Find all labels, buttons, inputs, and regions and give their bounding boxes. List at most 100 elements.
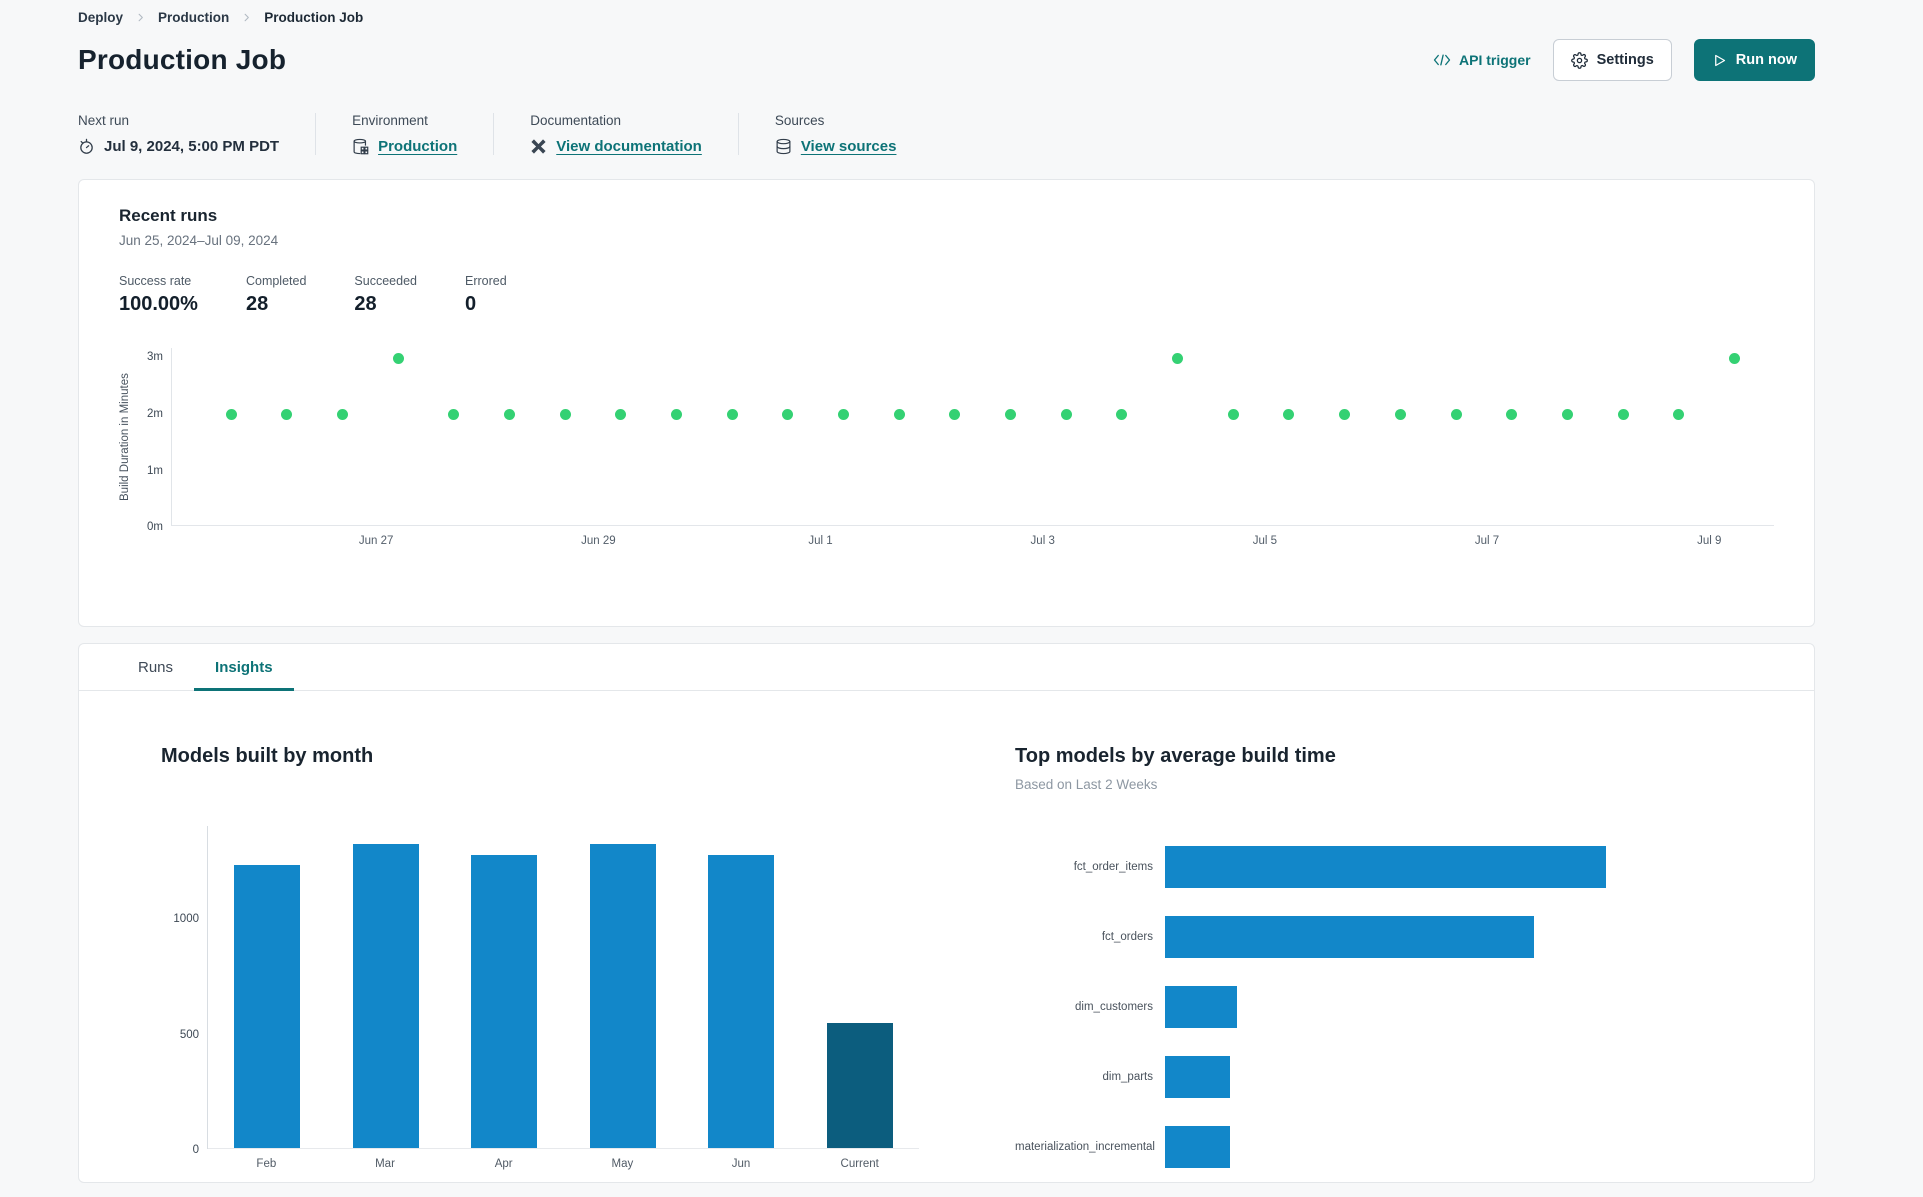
month-bar[interactable] [352,844,419,1149]
mbar-plot [207,826,919,1149]
month-bar[interactable] [471,854,538,1149]
model-label: dim_customers [1075,1001,1153,1013]
run-dot[interactable] [893,408,905,420]
run-dot[interactable] [671,408,683,420]
run-now-button[interactable]: Run now [1693,39,1815,81]
breadcrumb-deploy[interactable]: Deploy [78,10,123,25]
view-documentation-link[interactable]: View documentation [556,138,702,155]
month-bar[interactable] [708,854,775,1149]
environment-label: Environment [352,113,428,128]
model-bar[interactable] [1165,1126,1231,1168]
hbar-rows: fct_order_items fct_orders dim_customers di… [1015,832,1635,1182]
model-bar[interactable] [1165,846,1607,888]
month-label: Jun [731,1158,751,1170]
run-dot[interactable] [559,408,571,420]
month-bar-slot [327,826,446,1149]
run-dot[interactable] [225,408,237,420]
scatter-xtick-label: Jul 1 [808,535,833,547]
recent-runs-title: Recent runs [119,206,218,225]
run-dot[interactable] [1506,408,1518,420]
environment-link[interactable]: Production [378,138,457,155]
model-bar-track [1165,832,1635,902]
insights-charts: Models built by month 0 500 1000 Feb Mar Apr… [79,691,1814,1183]
run-dot[interactable] [504,408,516,420]
model-bar[interactable] [1165,986,1237,1028]
month-bar[interactable] [234,865,301,1149]
hbar-x-axis: 0m10s20s30s40s [1177,1182,1635,1183]
month-bar-slot [564,826,683,1149]
model-bar-track [1165,972,1635,1042]
stat-label: Success rate [119,274,192,288]
scatter-xtick-label: Jul 3 [1030,535,1055,547]
stat-value: 0 [464,293,477,315]
month-label: Mar [375,1158,395,1170]
model-bar-track [1165,1042,1635,1112]
model-label: fct_order_items [1073,861,1153,873]
insights-card: Runs Insights Models built by month 0 500… [78,643,1815,1183]
meta-documentation: Documentation View documentation [530,113,739,155]
run-dot[interactable] [1561,408,1573,420]
model-bar[interactable] [1165,1056,1231,1098]
stat-value: 100.00% [119,293,198,315]
chevron-right-icon [135,12,146,23]
run-dot[interactable] [337,408,349,420]
stat-value: 28 [245,293,269,315]
mbar-x-axis: Feb Mar Apr May Jun Current [207,1158,919,1170]
scatter-y-axis: 0m 1m 2m 3m [135,348,171,533]
run-dot[interactable] [1394,408,1406,420]
model-row: fct_orders [1015,902,1635,972]
view-sources-link[interactable]: View sources [801,138,897,155]
month-label: Feb [256,1158,277,1170]
run-dot[interactable] [1728,352,1740,364]
run-dot[interactable] [1172,352,1184,364]
month-label: Apr [494,1158,513,1170]
run-dot[interactable] [949,408,961,420]
run-dot[interactable] [726,408,738,420]
run-dot[interactable] [1060,408,1072,420]
tab-insights[interactable]: Insights [194,644,294,691]
run-dot[interactable] [1339,408,1351,420]
models-by-month-chart: Models built by month 0 500 1000 Feb Mar Apr… [161,745,919,1182]
run-dot[interactable] [1116,408,1128,420]
meta-sources: Sources View sources [775,113,933,155]
model-bar[interactable] [1165,916,1535,958]
run-dot[interactable] [448,408,460,420]
play-icon [1712,53,1727,68]
model-row: fct_order_items [1015,832,1635,902]
scatter-ytick-label: 1m [147,464,163,477]
tab-runs[interactable]: Runs [117,644,194,690]
build-duration-chart: Build Duration in Minutes 0m 1m 2m 3m [119,348,1774,533]
model-label: materialization_incremental [1015,1141,1155,1153]
run-dot[interactable] [838,408,850,420]
month-bar-slot [445,826,564,1149]
next-run-label: Next run [78,113,130,128]
docs-icon [530,138,547,155]
run-dot[interactable] [1450,408,1462,420]
recent-runs-date-range: Jun 25, 2024–Jul 09, 2024 [119,233,279,248]
settings-button[interactable]: Settings [1552,39,1672,81]
run-dot[interactable] [281,408,293,420]
month-bar[interactable] [826,1023,893,1149]
mbar-ytick-label: 0 [192,1144,199,1156]
header-actions: API trigger Settings Run now [1433,39,1815,81]
run-now-label: Run now [1735,52,1797,68]
run-dot[interactable] [1005,408,1017,420]
month-bar[interactable] [589,844,656,1149]
run-dot[interactable] [1227,408,1239,420]
page-title: Production Job [78,44,287,75]
month-label: May [611,1158,634,1170]
run-dot[interactable] [1617,408,1629,420]
run-dot[interactable] [392,352,404,364]
api-trigger-label: API trigger [1459,52,1531,68]
run-dot[interactable] [1673,408,1685,420]
tab-bar: Runs Insights [79,644,1814,691]
recent-runs-card: Recent runs Jun 25, 2024–Jul 09, 2024 Su… [78,179,1815,627]
run-dot[interactable] [615,408,627,420]
scatter-xtick-label: Jun 29 [581,535,616,547]
run-dot[interactable] [782,408,794,420]
api-trigger-link[interactable]: API trigger [1433,52,1531,68]
month-bar-slot [682,826,801,1149]
code-icon [1433,53,1451,67]
run-dot[interactable] [1283,408,1295,420]
breadcrumb-production[interactable]: Production [158,10,229,25]
